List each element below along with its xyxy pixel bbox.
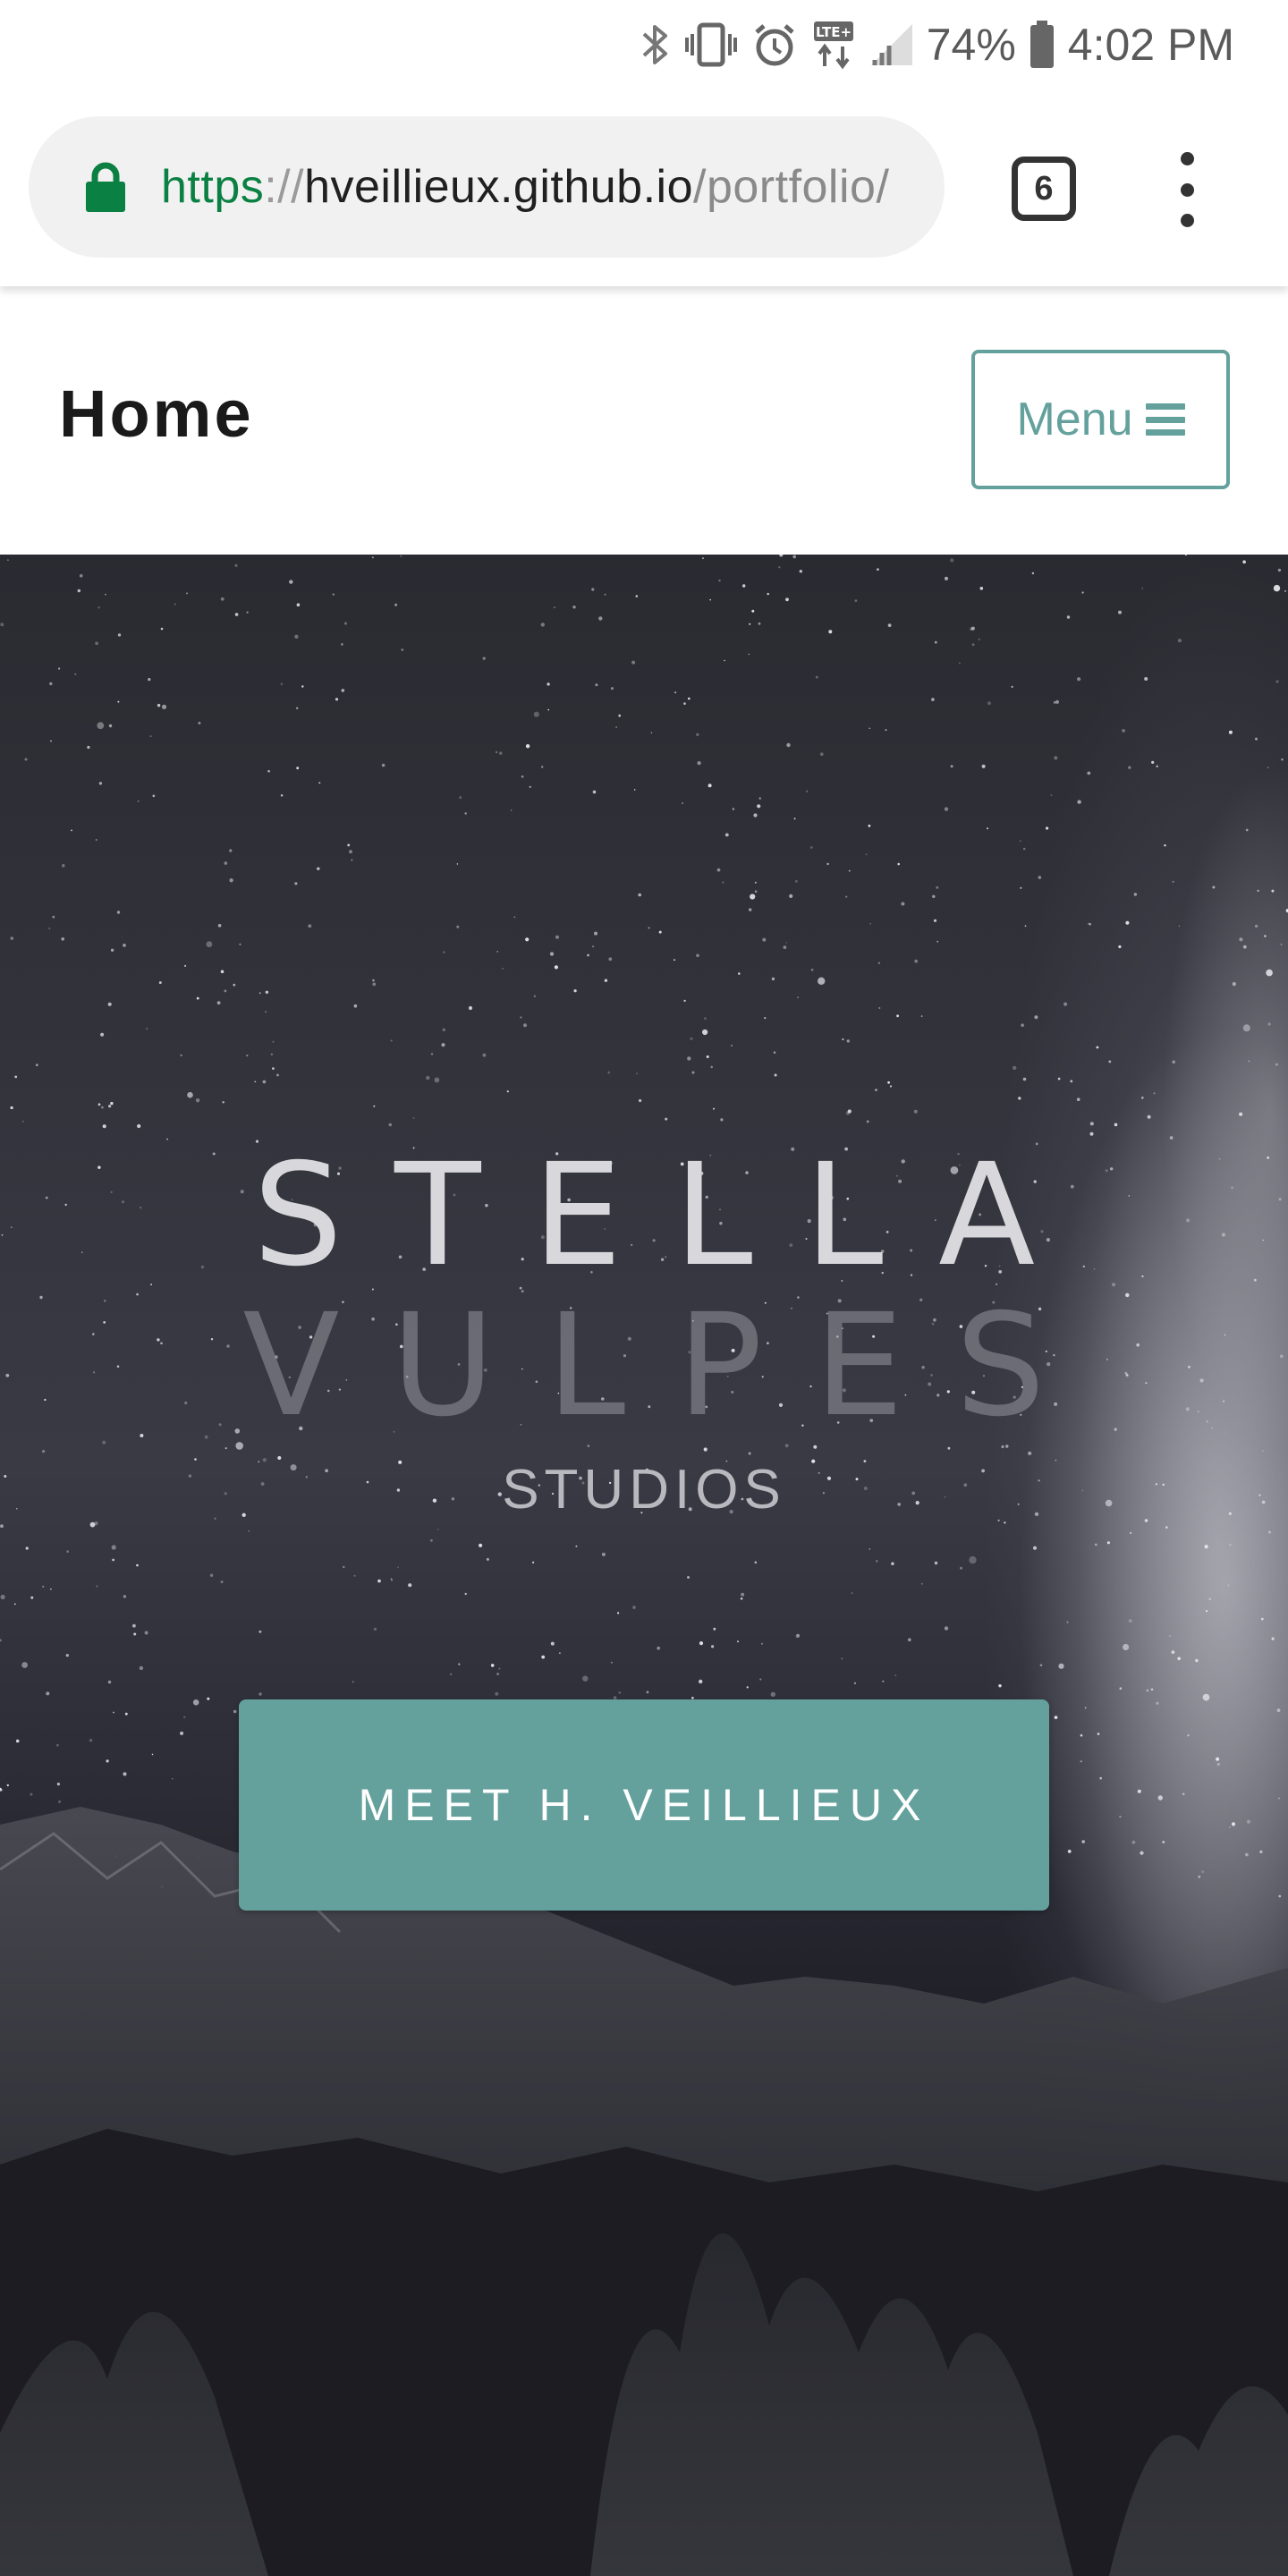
browser-toolbar: https://hveillieux.github.io/portfolio/ … [0, 89, 1288, 286]
url-scheme: https [161, 161, 265, 213]
menu-button-label: Menu [1016, 394, 1133, 445]
url-separator: :// [264, 161, 305, 213]
url-host: hveillieux.github.io [304, 161, 694, 213]
meet-author-button[interactable]: MEET H. VEILLIEUX [239, 1699, 1049, 1911]
url-path: /portfolio/ [693, 161, 890, 213]
lock-icon [86, 162, 125, 212]
hero-title-line-1: STELLA [252, 1133, 1088, 1298]
hero-section: STELLA VULPES STUDIOS MEET H. VEILLIEUX [0, 555, 1288, 2576]
tab-count: 6 [1034, 169, 1054, 208]
url-text: https://hveillieux.github.io/portfolio/ [161, 160, 889, 214]
night-sky-mountains-image [0, 555, 1288, 2576]
clock: 4:02 PM [1067, 20, 1234, 70]
address-bar[interactable]: https://hveillieux.github.io/portfolio/ [29, 116, 945, 258]
vibrate-icon [683, 21, 739, 68]
more-options-icon[interactable] [1165, 152, 1209, 227]
hamburger-icon [1145, 403, 1185, 436]
battery-icon [1029, 21, 1055, 69]
svg-text:LTE+: LTE+ [816, 24, 852, 40]
hero-title: STELLA VULPES [0, 1145, 1288, 1436]
tab-switcher-button[interactable]: 6 [1012, 157, 1076, 221]
bluetooth-icon [640, 21, 671, 68]
signal-icon [869, 22, 914, 67]
hero-subtitle: STUDIOS [502, 1459, 786, 1521]
nav-brand-home-link[interactable]: Home [59, 376, 254, 452]
site-navbar: Home Menu [0, 286, 1288, 555]
lte-icon: LTE+ [810, 20, 857, 70]
status-bar: LTE+ 74% 4:02 PM [0, 0, 1288, 89]
hero-title-line-2: VULPES [242, 1284, 1097, 1448]
alarm-icon [751, 21, 798, 68]
menu-button[interactable]: Menu [971, 350, 1230, 489]
battery-percent: 74% [926, 20, 1016, 70]
